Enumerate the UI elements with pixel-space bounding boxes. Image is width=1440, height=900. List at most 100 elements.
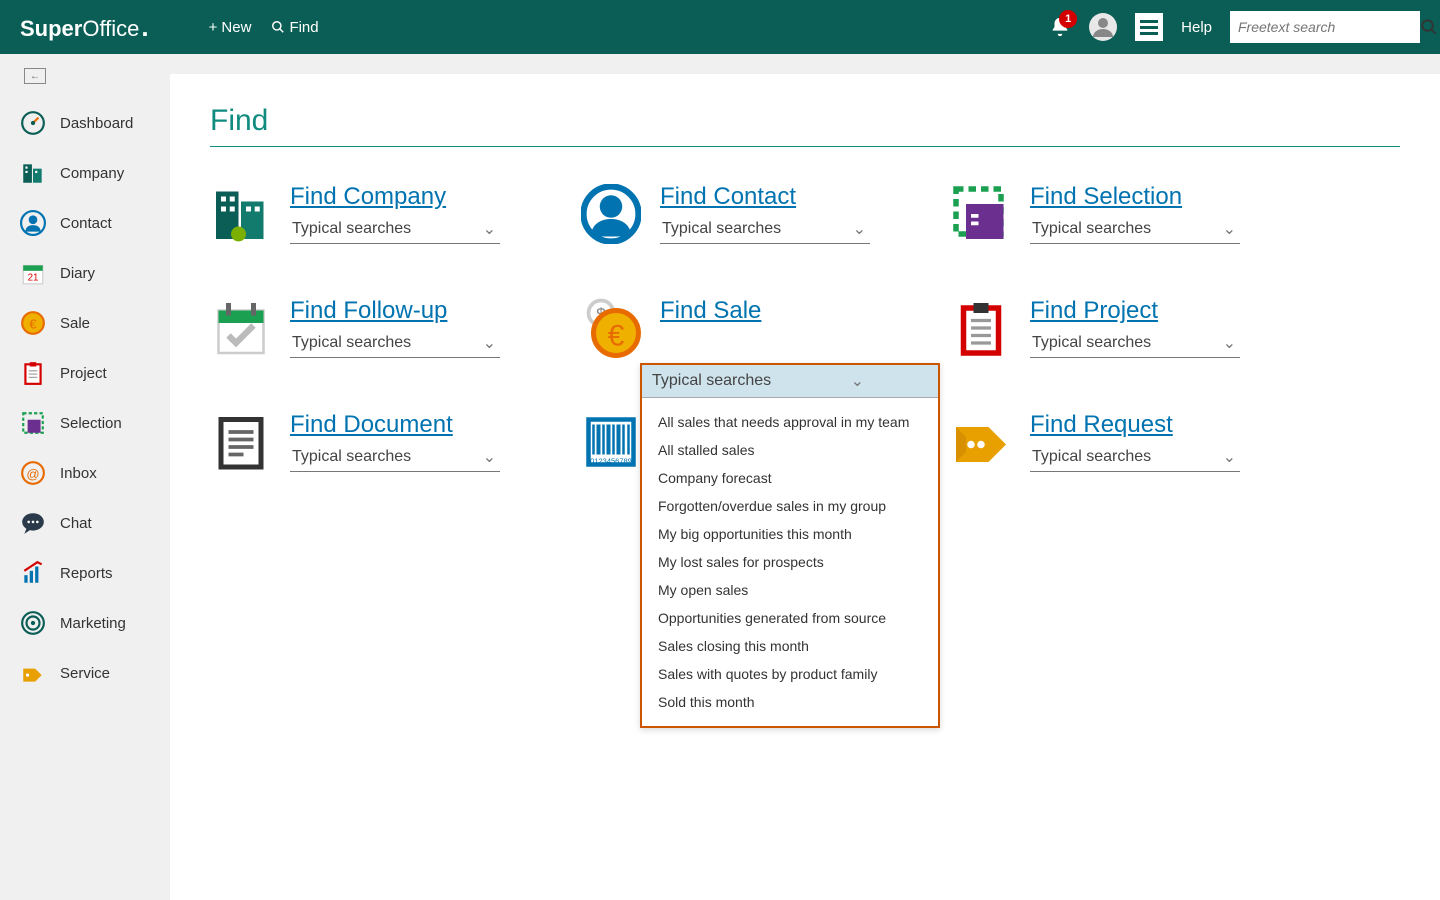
main-content: Find Find Company Typical searches ⌄ (170, 74, 1440, 900)
card-find-sale: $€ Find Sale (580, 297, 950, 359)
main-menu-button[interactable] (1135, 13, 1163, 41)
sidebar-item-reports[interactable]: Reports (0, 548, 170, 598)
project-icon (20, 360, 46, 386)
typical-searches-dropdown[interactable]: Typical searches ⌄ (1030, 215, 1240, 244)
product-icon: 0123456789 (580, 411, 642, 473)
find-label: Find (289, 19, 318, 36)
card-title-link[interactable]: Find Selection (1030, 183, 1320, 211)
notification-badge: 1 (1059, 10, 1077, 28)
svg-text:€: € (608, 320, 625, 353)
topbar-right: 1 Help (1049, 11, 1420, 43)
logo-dot: . (141, 12, 148, 43)
card-find-request: Find Request Typical searches ⌄ (950, 411, 1320, 473)
sidebar-item-inbox[interactable]: @ Inbox (0, 448, 170, 498)
sale-icon: € (20, 310, 46, 336)
sidebar-item-sale[interactable]: € Sale (0, 298, 170, 348)
dropdown-item[interactable]: My big opportunities this month (642, 520, 938, 548)
sidebar-item-project[interactable]: Project (0, 348, 170, 398)
service-icon (20, 660, 46, 686)
sidebar-item-service[interactable]: Service (0, 648, 170, 698)
top-actions: + New Find (209, 19, 319, 36)
new-button[interactable]: + New (209, 19, 252, 36)
search-input[interactable] (1238, 19, 1420, 35)
svg-text:0123456789: 0123456789 (590, 456, 632, 465)
contact-icon (20, 210, 46, 236)
search-icon (271, 20, 285, 34)
reports-icon (20, 560, 46, 586)
chevron-down-icon: ⌄ (1223, 447, 1236, 467)
card-title-link[interactable]: Find Request (1030, 411, 1320, 439)
svg-text:€: € (29, 316, 37, 331)
typical-searches-dropdown[interactable]: Typical searches ⌄ (290, 329, 500, 358)
sidebar-item-label: Company (60, 165, 124, 182)
chat-icon (20, 510, 46, 536)
typical-searches-dropdown[interactable]: Typical searches ⌄ (290, 443, 500, 472)
chevron-down-icon: ⌄ (483, 447, 496, 467)
dropdown-item[interactable]: Sold this month (642, 688, 938, 716)
chevron-down-icon: ⌄ (1223, 333, 1236, 353)
card-title-link[interactable]: Find Follow-up (290, 297, 580, 325)
find-button[interactable]: Find (271, 19, 318, 36)
svg-text:21: 21 (28, 273, 39, 284)
typical-searches-dropdown[interactable]: Typical searches ⌄ (642, 365, 938, 398)
followup-icon (210, 297, 272, 359)
chevron-down-icon: ⌄ (851, 371, 864, 391)
card-find-project: Find Project Typical searches ⌄ (950, 297, 1320, 359)
dropdown-item[interactable]: Sales with quotes by product family (642, 660, 938, 688)
typical-searches-dropdown[interactable]: Typical searches ⌄ (1030, 329, 1240, 358)
topbar: SuperOffice. + New Find 1 Help (0, 0, 1440, 54)
sidebar-item-label: Reports (60, 565, 113, 582)
chevron-down-icon: ⌄ (1223, 219, 1236, 239)
card-find-contact: Find Contact Typical searches ⌄ (580, 183, 950, 245)
card-title-link[interactable]: Find Project (1030, 297, 1320, 325)
sidebar-item-chat[interactable]: Chat (0, 498, 170, 548)
collapse-sidebar-button[interactable]: ← (24, 68, 46, 84)
card-title-link[interactable]: Find Sale (660, 297, 950, 325)
title-divider (210, 146, 1400, 147)
dropdown-item[interactable]: Sales closing this month (642, 632, 938, 660)
typical-searches-dropdown[interactable]: Typical searches ⌄ (1030, 443, 1240, 472)
card-title-link[interactable]: Find Company (290, 183, 580, 211)
dropdown-item[interactable]: Company forecast (642, 464, 938, 492)
dropdown-item[interactable]: Forgotten/overdue sales in my group (642, 492, 938, 520)
typical-searches-dropdown[interactable]: Typical searches ⌄ (290, 215, 500, 244)
avatar[interactable] (1089, 13, 1117, 41)
card-title-link[interactable]: Find Contact (660, 183, 950, 211)
sidebar-item-label: Selection (60, 415, 122, 432)
sidebar-item-diary[interactable]: 21 Diary (0, 248, 170, 298)
sidebar-item-marketing[interactable]: Marketing (0, 598, 170, 648)
company-icon (20, 160, 46, 186)
logo-part1: Super (20, 16, 82, 42)
sidebar-item-label: Chat (60, 515, 92, 532)
typical-label: Typical searches (1032, 220, 1151, 238)
sidebar-item-selection[interactable]: Selection (0, 398, 170, 448)
typical-label: Typical searches (662, 220, 781, 238)
sidebar-item-label: Dashboard (60, 115, 133, 132)
card-title-link[interactable]: Find Document (290, 411, 580, 439)
freetext-search[interactable] (1230, 11, 1420, 43)
chevron-down-icon: ⌄ (483, 333, 496, 353)
contact-icon (580, 183, 642, 245)
dropdown-item[interactable]: All sales that needs approval in my team (642, 408, 938, 436)
logo[interactable]: SuperOffice. (20, 12, 149, 43)
typical-searches-dropdown[interactable]: Typical searches ⌄ (660, 215, 870, 244)
typical-label: Typical searches (292, 220, 411, 238)
dropdown-item[interactable]: Opportunities generated from source (642, 604, 938, 632)
chevron-down-icon: ⌄ (483, 219, 496, 239)
typical-label: Typical searches (1032, 448, 1151, 466)
sale-typical-dropdown-panel: Typical searches ⌄ All sales that needs … (640, 363, 940, 728)
selection-icon (950, 183, 1012, 245)
typical-label: Typical searches (292, 334, 411, 352)
dropdown-item[interactable]: My open sales (642, 576, 938, 604)
marketing-icon (20, 610, 46, 636)
sidebar-item-company[interactable]: Company (0, 148, 170, 198)
search-icon (1420, 18, 1438, 36)
sidebar-item-dashboard[interactable]: Dashboard (0, 98, 170, 148)
notifications-button[interactable]: 1 (1049, 16, 1071, 38)
dropdown-item[interactable]: My lost sales for prospects (642, 548, 938, 576)
help-link[interactable]: Help (1181, 19, 1212, 36)
svg-text:@: @ (26, 466, 39, 481)
dashboard-icon (20, 110, 46, 136)
sidebar-item-contact[interactable]: Contact (0, 198, 170, 248)
dropdown-item[interactable]: All stalled sales (642, 436, 938, 464)
